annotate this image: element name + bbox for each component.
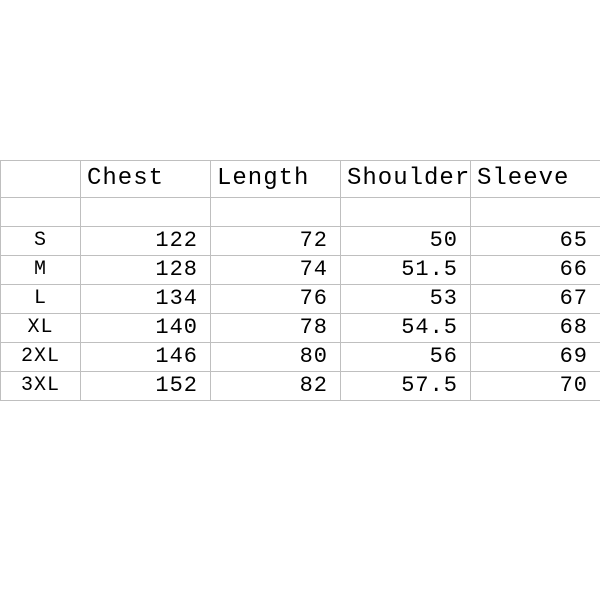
cell-size: S: [1, 227, 81, 256]
table-row: 3XL 152 82 57.5 70: [1, 372, 600, 401]
cell-shoulder: 53: [341, 285, 471, 314]
cell-chest: 128: [81, 256, 211, 285]
cell-sleeve: 70: [471, 372, 600, 401]
header-chest: Chest: [81, 161, 211, 198]
cell-shoulder: 56: [341, 343, 471, 372]
header-length: Length: [211, 161, 341, 198]
table-row: L 134 76 53 67: [1, 285, 600, 314]
cell-shoulder: 57.5: [341, 372, 471, 401]
header-row: Chest Length Shoulder Sleeve: [1, 161, 600, 198]
blank-row: [1, 198, 600, 227]
cell-shoulder: 51.5: [341, 256, 471, 285]
size-table: Chest Length Shoulder Sleeve S 122 72 50…: [0, 160, 600, 401]
cell-length: 82: [211, 372, 341, 401]
cell-length: 72: [211, 227, 341, 256]
cell-length: 80: [211, 343, 341, 372]
cell-size: XL: [1, 314, 81, 343]
cell-size: L: [1, 285, 81, 314]
table-row: 2XL 146 80 56 69: [1, 343, 600, 372]
cell-size: 2XL: [1, 343, 81, 372]
cell-chest: 140: [81, 314, 211, 343]
header-sleeve: Sleeve: [471, 161, 600, 198]
cell-sleeve: 67: [471, 285, 600, 314]
size-chart: Chest Length Shoulder Sleeve S 122 72 50…: [0, 160, 600, 401]
table-row: S 122 72 50 65: [1, 227, 600, 256]
cell-sleeve: 68: [471, 314, 600, 343]
cell-size: 3XL: [1, 372, 81, 401]
cell-chest: 152: [81, 372, 211, 401]
header-size: [1, 161, 81, 198]
cell-length: 76: [211, 285, 341, 314]
cell-sleeve: 69: [471, 343, 600, 372]
cell-chest: 146: [81, 343, 211, 372]
cell-chest: 122: [81, 227, 211, 256]
table-row: M 128 74 51.5 66: [1, 256, 600, 285]
cell-sleeve: 65: [471, 227, 600, 256]
cell-length: 78: [211, 314, 341, 343]
cell-sleeve: 66: [471, 256, 600, 285]
cell-shoulder: 50: [341, 227, 471, 256]
header-shoulder: Shoulder: [341, 161, 471, 198]
cell-size: M: [1, 256, 81, 285]
cell-chest: 134: [81, 285, 211, 314]
cell-length: 74: [211, 256, 341, 285]
table-row: XL 140 78 54.5 68: [1, 314, 600, 343]
cell-shoulder: 54.5: [341, 314, 471, 343]
